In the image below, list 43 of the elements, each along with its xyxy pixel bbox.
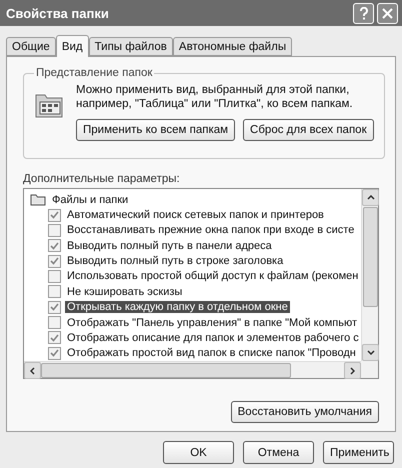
option-label[interactable]: Отображать "Панель управления" в папке "Мой компьют [65,316,360,329]
checkbox[interactable] [48,254,61,268]
scrollbar-corner [361,361,378,378]
option-label[interactable]: Восстанавливать прежние окна папок при входе в систе [65,224,356,236]
tab[interactable]: Вид [56,35,89,57]
folder-icon [30,193,46,206]
restore-defaults-button[interactable]: Восстановить умолчания [230,401,379,423]
tree-group-label[interactable]: Файлы и папки [50,194,130,206]
checkbox[interactable] [48,270,61,283]
option-label[interactable]: Использовать простой общий доступ к файлам (рекомен [65,270,360,282]
option-label[interactable]: Отображать простой вид папок в списке папок "Проводн [65,347,358,360]
close-icon [382,8,393,18]
tab[interactable]: Типы файлов [88,37,173,56]
option-label[interactable]: Выводить полный путь в панели адреса [65,240,274,252]
dialog-button[interactable]: Применить [323,441,394,464]
tab[interactable]: Общие [6,37,56,56]
option-label[interactable]: Выводить полный путь в строке заголовка [65,255,286,268]
folder-view-button[interactable]: Сброс для всех папок [243,119,374,141]
checkbox[interactable] [48,346,61,360]
help-icon [358,6,368,20]
folder-view-button[interactable]: Применить ко всем папкам [76,119,236,141]
checkbox[interactable] [48,316,61,330]
option-label[interactable]: Открывать каждую папку в отдельном окне [65,301,290,314]
checkbox[interactable] [48,239,61,252]
checkbox[interactable] [48,208,61,222]
option-label[interactable]: Отображать описание для папок и элементов рабочего с [65,332,361,344]
checkbox[interactable] [48,331,61,344]
option-label[interactable]: Автоматический поиск сетевых папок и принтеров [65,209,326,222]
checkbox[interactable] [48,285,61,298]
dialog-button[interactable]: OK [163,441,234,464]
description-text: Можно применить вид, выбранный для этой папки, например, "Таблица" или "Плитка", ко всем папкам. [76,83,354,111]
section-label: Дополнительные параметры: [23,173,181,185]
option-label[interactable]: Не кэшировать эскизы [65,286,184,298]
checkbox[interactable] [48,300,61,314]
horizontal-scrollbar[interactable] [24,361,361,378]
window-title: Свойства папки [6,6,110,20]
help-button[interactable] [353,2,374,24]
checkbox[interactable] [48,224,61,237]
vertical-scrollbar[interactable] [361,189,378,361]
group-title: Представление папок [35,67,154,79]
dialog-button[interactable]: Отмена [243,441,314,464]
tab[interactable]: Автономные файлы [172,37,292,56]
close-button[interactable] [377,2,398,24]
